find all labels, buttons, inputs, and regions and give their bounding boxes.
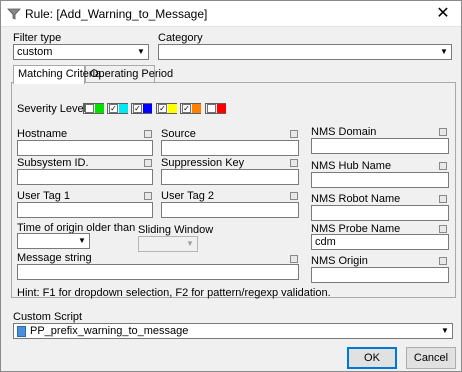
hostname-field[interactable]: [17, 140, 153, 156]
nms-domain-lookup-button[interactable]: [439, 128, 447, 136]
message-string-lookup-button[interactable]: [290, 255, 298, 263]
category-select[interactable]: ▼: [158, 44, 452, 60]
tab-matching-criteria[interactable]: Matching Criteria: [13, 65, 101, 84]
category-label: Category: [158, 32, 203, 44]
severity-checkbox[interactable]: ✓: [133, 104, 142, 113]
user-tag-2-lookup-button[interactable]: [290, 192, 298, 200]
source-lookup-button[interactable]: [290, 130, 298, 138]
message-string-field[interactable]: [17, 264, 299, 280]
severity-level-toggle[interactable]: ✓: [131, 103, 152, 114]
sliding-window-select[interactable]: ▼: [138, 236, 198, 252]
source-field[interactable]: [161, 140, 299, 156]
filter-type-select[interactable]: custom ▼: [13, 44, 149, 60]
cancel-button[interactable]: Cancel: [406, 347, 456, 369]
chevron-down-icon: ▼: [137, 47, 145, 56]
nms-domain-label: NMS Domain: [311, 126, 377, 138]
severity-checkbox[interactable]: ✓: [109, 104, 118, 113]
chevron-down-icon: ▼: [441, 326, 449, 335]
severity-color-swatch: [217, 104, 226, 113]
severity-checkbox[interactable]: [207, 104, 216, 113]
hint-text: Hint: F1 for dropdown selection, F2 for …: [17, 287, 331, 299]
nms-robot-name-lookup-button[interactable]: [439, 195, 447, 203]
chevron-down-icon: ▼: [78, 236, 86, 245]
user-tag-1-field[interactable]: [17, 202, 153, 218]
severity-color-swatch: [119, 104, 128, 113]
message-string-label: Message string: [17, 252, 92, 264]
user-tag-1-lookup-button[interactable]: [144, 192, 152, 200]
severity-color-swatch: [95, 104, 104, 113]
filter-type-label: Filter type: [13, 32, 62, 44]
nms-probe-name-value: cdm: [315, 236, 336, 248]
ok-button[interactable]: OK: [347, 347, 397, 369]
severity-color-swatch: [192, 104, 201, 113]
severity-checkbox[interactable]: ✓: [182, 104, 191, 113]
nms-robot-name-label: NMS Robot Name: [311, 193, 401, 205]
user-tag-2-field[interactable]: [161, 202, 299, 218]
suppression-key-label: Suppression Key: [161, 157, 245, 169]
hostname-label: Hostname: [17, 128, 68, 140]
subsystem-id-label: Subsystem ID.: [17, 157, 89, 169]
source-label: Source: [161, 128, 196, 140]
nms-origin-label: NMS Origin: [311, 255, 368, 267]
subsystem-id-field[interactable]: [17, 169, 153, 185]
sliding-window-label: Sliding Window: [138, 224, 214, 236]
close-icon: ✕: [436, 5, 450, 22]
severity-checkbox[interactable]: ✓: [158, 104, 167, 113]
custom-script-select[interactable]: PP_prefix_warning_to_message ▼: [13, 323, 453, 339]
window-title: Rule: [Add_Warning_to_Message]: [25, 7, 208, 21]
nms-origin-field[interactable]: [311, 267, 449, 283]
subsystem-id-lookup-button[interactable]: [144, 159, 152, 167]
severity-level-label: Severity Level: [17, 103, 87, 115]
nms-hub-name-label: NMS Hub Name: [311, 160, 392, 172]
close-button[interactable]: ✕: [431, 3, 455, 25]
severity-level-toggle[interactable]: ✓: [107, 103, 128, 114]
filter-funnel-icon: [7, 8, 21, 20]
chevron-down-icon: ▼: [440, 47, 448, 56]
script-document-icon: [17, 326, 26, 337]
severity-color-swatch: [168, 104, 177, 113]
severity-level-toggle[interactable]: ✓: [156, 103, 177, 114]
severity-level-toggle[interactable]: [205, 103, 226, 114]
nms-probe-name-field[interactable]: cdm: [311, 234, 449, 250]
nms-hub-name-lookup-button[interactable]: [439, 162, 447, 170]
custom-script-label: Custom Script: [13, 311, 83, 323]
filter-type-value: custom: [17, 46, 53, 58]
time-of-origin-select[interactable]: ▼: [17, 233, 90, 249]
rule-dialog: Rule: [Add_Warning_to_Message] ✕ Filter …: [0, 0, 462, 372]
suppression-key-lookup-button[interactable]: [290, 159, 298, 167]
user-tag-1-label: User Tag 1: [17, 190, 70, 202]
nms-robot-name-field[interactable]: [311, 205, 449, 221]
custom-script-value: PP_prefix_warning_to_message: [30, 325, 189, 337]
severity-level-toggle[interactable]: ✓: [180, 103, 201, 114]
hostname-lookup-button[interactable]: [144, 130, 152, 138]
nms-hub-name-field[interactable]: [311, 172, 449, 188]
chevron-down-icon: ▼: [186, 239, 194, 248]
title-bar: Rule: [Add_Warning_to_Message] ✕: [1, 1, 461, 27]
user-tag-2-label: User Tag 2: [161, 190, 214, 202]
severity-checkbox[interactable]: [85, 104, 94, 113]
nms-origin-lookup-button[interactable]: [439, 257, 447, 265]
nms-probe-name-lookup-button[interactable]: [439, 225, 447, 233]
suppression-key-field[interactable]: [161, 169, 299, 185]
severity-level-toggle[interactable]: [83, 103, 104, 114]
nms-domain-field[interactable]: [311, 138, 449, 154]
severity-color-swatch: [143, 104, 152, 113]
